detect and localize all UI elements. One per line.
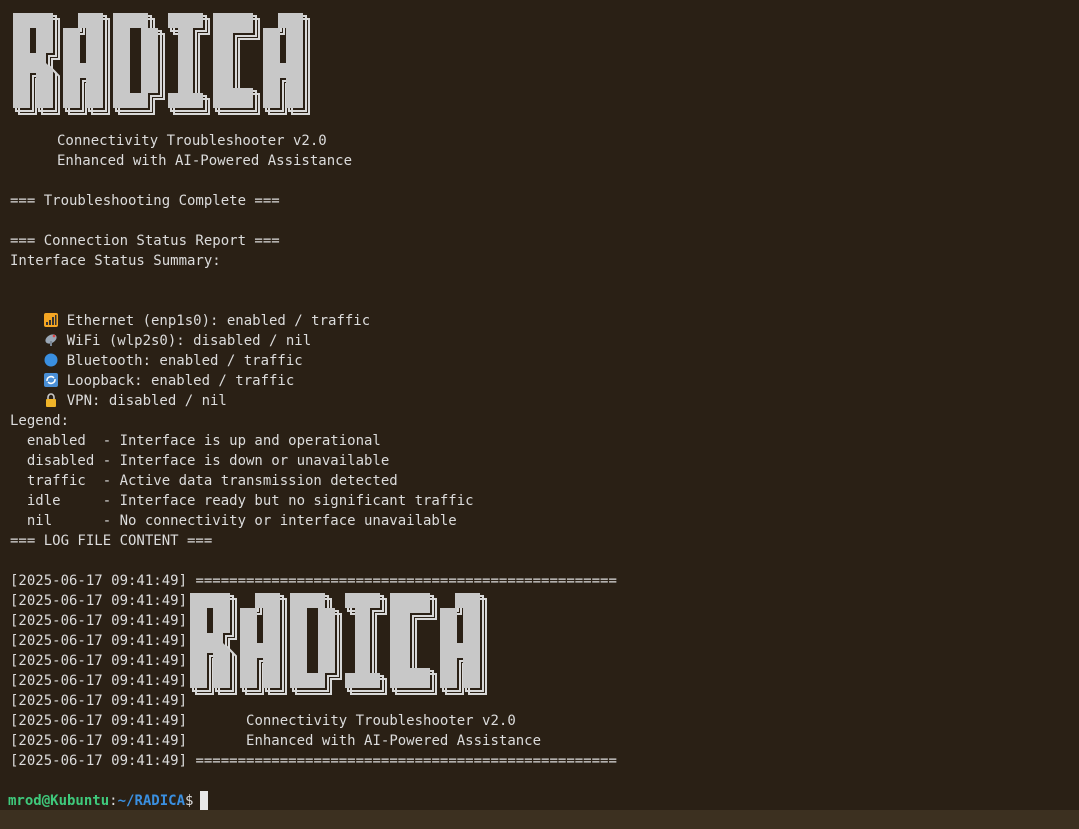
log-line: [2025-06-17 09:41:49] Connectivity Troub… [10,711,516,731]
text-cursor[interactable] [200,791,209,810]
log-timestamp: [2025-06-17 09:41:49] [10,753,188,769]
prompt-path: ~/RADICA [117,793,186,809]
log-file-heading: === LOG FILE CONTENT === [10,533,213,549]
log-line: [2025-06-17 09:41:49] [10,611,187,631]
log-line: [2025-06-17 09:41:49] ==================… [10,751,617,771]
radica-logo-art [13,13,310,115]
interface-wifi: WiFi (wlp2s0): disabled / nil [10,311,311,349]
log-timestamp: [2025-06-17 09:41:49] [10,653,188,669]
log-line: [2025-06-17 09:41:49] Enhanced with AI-P… [10,731,541,751]
log-separator: ========================================… [195,573,617,589]
terminal-output: Connectivity Troubleshooter v2.0 Enhance… [10,0,1079,810]
log-timestamp: [2025-06-17 09:41:49] [10,573,188,589]
prompt-dollar: $ [185,793,194,809]
banner-subtitle-2: Enhanced with AI-Powered Assistance [57,153,353,169]
radica-log-logo-art [190,593,487,695]
log-timestamp: [2025-06-17 09:41:49] [10,633,188,649]
interface-ethernet: Ethernet (enp1s0): enabled / traffic [10,291,370,329]
log-timestamp: [2025-06-17 09:41:49] [10,733,188,749]
log-line: [2025-06-17 09:41:49] [10,591,187,611]
banner-subtitle-1: Connectivity Troubleshooter v2.0 [57,133,327,149]
interface-text: VPN: disabled / nil [66,393,227,409]
interface-vpn: VPN: disabled / nil [10,371,227,409]
log-subtitle-1: Connectivity Troubleshooter v2.0 [195,713,516,729]
status-report-heading: === Connection Status Report === [10,233,280,249]
lock-icon [45,393,56,407]
log-line: [2025-06-17 09:41:49] [10,631,187,651]
log-line: [2025-06-17 09:41:49] [10,691,187,711]
legend-title: Legend: [10,413,70,429]
log-line: [2025-06-17 09:41:49] [10,651,187,671]
legend-item: nil - No connectivity or interface unava… [10,513,457,529]
interface-summary-heading: Interface Status Summary: [10,253,221,269]
log-timestamp: [2025-06-17 09:41:49] [10,713,188,729]
prompt-user-host: mrod@Kubuntu [8,793,110,809]
interface-loopback: Loopback: enabled / traffic [10,351,294,389]
log-timestamp: [2025-06-17 09:41:49] [10,593,188,609]
log-timestamp: [2025-06-17 09:41:49] [10,613,188,629]
log-timestamp: [2025-06-17 09:41:49] [10,693,188,709]
terminal-bottom-bar [0,810,1079,829]
log-line: [2025-06-17 09:41:49] [10,671,187,691]
log-timestamp: [2025-06-17 09:41:49] [10,673,188,689]
legend-item: idle - Interface ready but no significan… [10,493,474,509]
log-subtitle-2: Enhanced with AI-Powered Assistance [195,733,542,749]
prompt-colon: : [109,793,118,809]
legend-item: disabled - Interface is down or unavaila… [10,453,390,469]
log-separator: ========================================… [195,753,617,769]
legend-item: traffic - Active data transmission detec… [10,473,398,489]
shell-prompt[interactable]: mrod@Kubuntu:~/RADICA$ [8,791,209,811]
interface-bluetooth: Bluetooth: enabled / traffic [10,331,303,369]
legend-item: enabled - Interface is up and operationa… [10,433,381,449]
troubleshooting-complete-heading: === Troubleshooting Complete === [10,193,280,209]
